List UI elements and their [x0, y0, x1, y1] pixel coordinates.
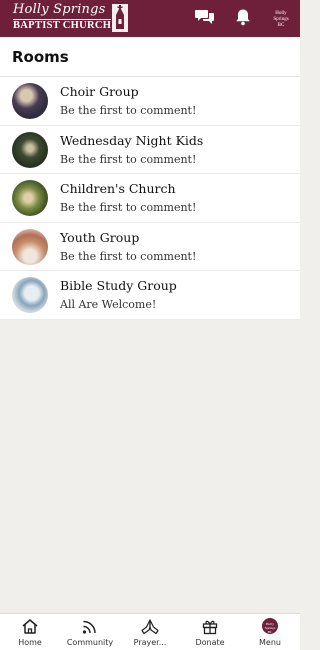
tab-label: Home	[18, 638, 42, 647]
tab-donate[interactable]: Donate	[180, 614, 240, 650]
bell-icon[interactable]	[235, 8, 251, 26]
room-thumbnail	[12, 180, 48, 217]
logo-line2: BAPTIST CHURCH	[13, 20, 112, 31]
bottom-tab-bar: Home Community Prayer... Donate Holly Sp…	[0, 613, 300, 650]
tab-home[interactable]: Home	[0, 614, 60, 650]
room-thumbnail	[12, 83, 48, 119]
room-name: Bible Study Group	[60, 278, 177, 294]
room-subtitle: Be the first to comment!	[60, 201, 197, 215]
room-subtitle: All Are Welcome!	[60, 298, 157, 312]
rss-icon	[82, 620, 96, 634]
tab-label: Prayer...	[133, 638, 167, 647]
tab-prayer[interactable]: Prayer...	[120, 614, 180, 650]
church-steeple-icon	[112, 4, 128, 32]
tab-community[interactable]: Community	[60, 614, 120, 650]
room-subtitle: Be the first to comment!	[60, 152, 197, 166]
room-name: Youth Group	[60, 229, 140, 245]
home-icon	[22, 619, 38, 634]
tab-label: Menu	[259, 638, 281, 647]
room-item-bible-study-group[interactable]: Bible Study Group All Are Welcome!	[0, 271, 300, 320]
room-item-wednesday-night-kids[interactable]: Wednesday Night Kids Be the first to com…	[0, 125, 300, 175]
church-avatar-icon: Holly Springs BC	[262, 618, 278, 634]
praying-hands-icon	[141, 619, 159, 635]
room-name: Children's Church	[60, 181, 176, 197]
app-header: Holly Springs BAPTIST CHURCH Holly Sprin…	[0, 0, 300, 37]
room-thumbnail	[12, 277, 48, 314]
room-thumbnail	[12, 228, 48, 265]
rooms-panel: Rooms Choir Group Be the first to commen…	[0, 37, 300, 320]
tab-label: Community	[66, 638, 114, 647]
page-title: Rooms	[0, 37, 300, 77]
chat-bubbles-icon[interactable]	[195, 8, 215, 26]
room-thumbnail	[12, 131, 48, 168]
room-subtitle: Be the first to comment!	[60, 249, 197, 263]
tab-menu[interactable]: Holly Springs BC Menu	[240, 614, 300, 650]
room-item-childrens-church[interactable]: Children's Church Be the first to commen…	[0, 174, 300, 223]
room-item-youth-group[interactable]: Youth Group Be the first to comment!	[0, 222, 300, 272]
room-name: Wednesday Night Kids	[60, 132, 204, 148]
logo-line1: Holly Springs	[13, 2, 106, 17]
church-logo[interactable]: Holly Springs BAPTIST CHURCH	[9, 2, 129, 35]
room-name: Choir Group	[60, 84, 139, 99]
profile-avatar[interactable]: Holly Springs BC	[270, 6, 292, 28]
gift-icon	[202, 620, 218, 635]
tab-label: Donate	[195, 638, 225, 647]
room-item-choir-group[interactable]: Choir Group Be the first to comment!	[0, 77, 300, 126]
room-subtitle: Be the first to comment!	[60, 104, 197, 117]
